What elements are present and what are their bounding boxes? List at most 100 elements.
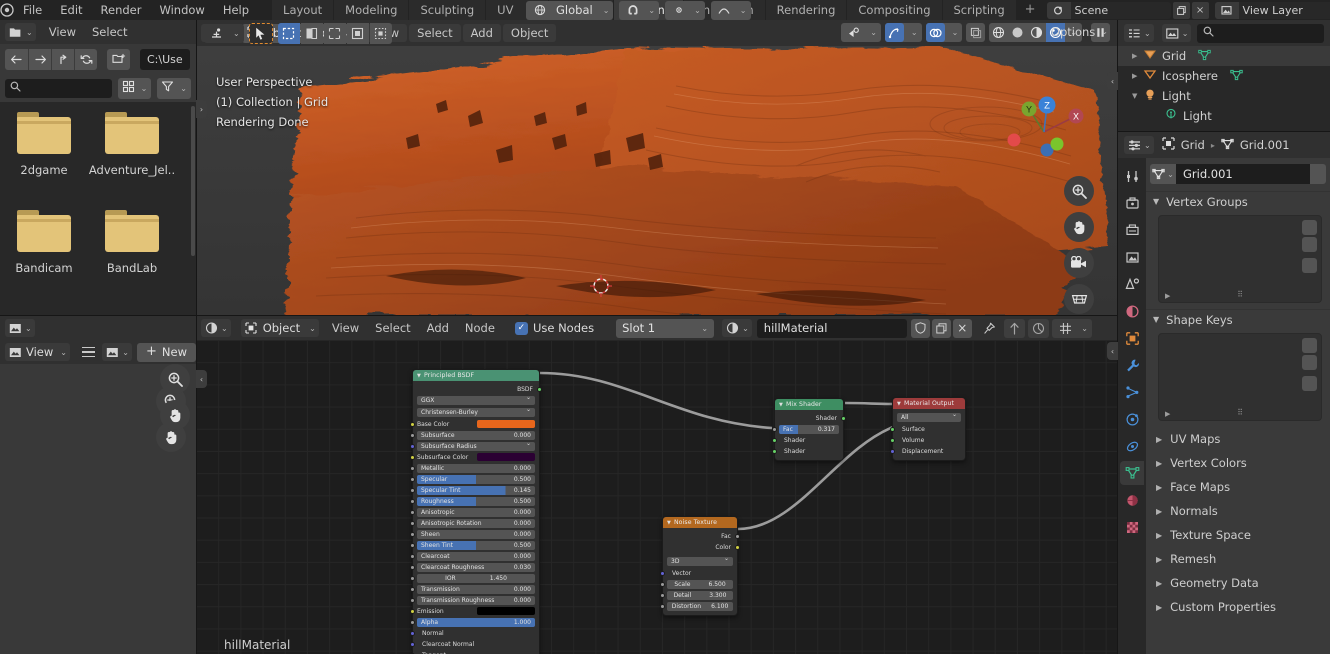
node-input-specular[interactable]: Specular 0.500 [410,474,535,484]
node-input-displacement[interactable]: Displacement [890,446,961,456]
node-header[interactable]: ▼ Principled BSDF [413,370,539,381]
color-swatch[interactable] [477,453,535,461]
node-overlay-button[interactable]: ⌄ [1052,318,1092,338]
viewport-menu-select[interactable]: Select [409,24,461,42]
outliner-row-light[interactable]: ▼ Light [1118,86,1330,106]
refresh-icon[interactable] [74,48,97,70]
breadcrumb-object-label[interactable]: Grid [1181,138,1205,152]
input-socket[interactable] [410,587,415,592]
node-input-emission[interactable]: Emission [410,606,535,616]
camera-view-icon[interactable] [1064,248,1094,278]
node-material-output[interactable]: ▼ Material Output All Surface Volume [890,397,966,461]
mesh-datablock-field[interactable]: ⌄ Grid.001 [1150,164,1326,184]
blender-logo-icon[interactable] [0,0,14,20]
material-preview-icon[interactable] [1027,23,1046,42]
properties-tab-material[interactable] [1120,488,1144,512]
output-socket-shader[interactable] [841,416,846,421]
input-socket[interactable] [410,620,415,625]
node-input-detail[interactable]: Detail 3.300 [660,590,733,600]
file-menu-view[interactable]: View [41,23,84,41]
output-socket-bsdf[interactable] [537,387,542,392]
properties-tab-scene[interactable] [1120,272,1144,296]
node-input-shader-2[interactable]: Shader [772,446,839,456]
node-input-fac[interactable]: Fac 0.317 [772,424,839,434]
outliner-icon[interactable]: ⌄ [1124,24,1154,42]
proportional-edit-button[interactable]: ⌄ [710,0,751,20]
properties-tab-modifier[interactable] [1120,353,1144,377]
list-grip-icon[interactable]: ⠿ [1159,288,1321,300]
node-mix-shader[interactable]: ▼ Mix Shader Shader Fac 0.317 Shader Sha… [772,398,846,461]
node-dropdown-row[interactable]: 3D [667,555,733,567]
properties-tab-object[interactable] [1120,326,1144,350]
workspace-tab-modeling[interactable]: Modeling [334,0,410,20]
object-visibility-button[interactable]: ⌄ [841,23,881,42]
scene-datablock[interactable]: Scene [1046,1,1171,19]
shader-toolbar-toggle[interactable]: ‹ [196,370,207,388]
input-socket[interactable] [410,477,415,482]
node-input-subsurface-radius[interactable]: Subsurface Radius [410,440,535,451]
properties-tab-render[interactable] [1120,191,1144,215]
outliner-row-light-data[interactable]: Light [1118,106,1330,126]
node-output-socket-row[interactable]: Shader [779,413,846,423]
output-socket-fac[interactable] [735,534,740,539]
shape-key-specials-button[interactable] [1302,376,1317,391]
node-principled-bsdf[interactable]: ▼ Principled BSDF BSDF GGX Christensen-B… [410,369,542,654]
input-socket[interactable] [410,598,415,603]
workspace-tab-rendering[interactable]: Rendering [765,0,848,20]
box-select-icon[interactable] [277,22,300,44]
color-swatch[interactable] [477,607,535,615]
file-item[interactable]: BandLab [88,210,176,308]
node-dropdown-row[interactable]: Christensen-Burley [417,406,535,418]
input-socket[interactable] [890,449,895,454]
node-dropdown-row[interactable]: GGX [417,394,535,406]
input-socket[interactable] [772,449,777,454]
node-input-normal[interactable]: Normal [410,628,535,638]
node-input-base-color[interactable]: Base Color [410,419,535,429]
node-input-alpha[interactable]: Alpha 1.000 [410,617,535,627]
node-input-subsurface-color[interactable]: Subsurface Color [410,452,535,462]
shader-sidebar-toggle[interactable]: ‹ [1107,342,1118,360]
node-input-anisotropic-rotation[interactable]: Anisotropic Rotation 0.000 [410,518,535,528]
toggle-ortho-icon[interactable] [1064,284,1094,314]
node-input-anisotropic[interactable]: Anisotropic 0.000 [410,507,535,517]
new-folder-icon[interactable] [107,48,130,70]
menu-file[interactable]: File [14,0,51,20]
properties-tab-output[interactable] [1120,218,1144,242]
extend-select-icon[interactable] [300,22,323,44]
file-item[interactable]: Bandicam [0,210,88,308]
go-to-parent-icon[interactable] [1004,318,1026,338]
list-grip-icon[interactable]: ⠿ [1159,406,1321,418]
transform-orientation-dropdown[interactable]: Global ⌄ [526,0,614,20]
zoom-in-icon[interactable] [160,364,190,394]
new-image-button[interactable]: + New [137,342,196,362]
properties-tab-constraints[interactable] [1120,434,1144,458]
node-input-sheen-tint[interactable]: Sheen Tint 0.500 [410,540,535,550]
node-input-surface[interactable]: Surface [890,424,961,434]
hand-pan-icon[interactable] [1064,212,1094,242]
fake-user-toggle[interactable] [1310,164,1326,184]
node-input-vector[interactable]: Vector [660,568,733,578]
snap-button[interactable]: ⌄ [619,0,660,20]
pin-icon[interactable] [980,319,999,338]
input-socket[interactable] [410,433,415,438]
solid-icon[interactable] [1008,23,1027,42]
forward-icon[interactable] [28,48,51,70]
image-datablock-selector[interactable]: ⌄ [102,343,132,361]
input-socket[interactable] [660,582,665,587]
panel-header-face-maps[interactable]: ▶ Face Maps [1146,475,1330,499]
node-header[interactable]: ▼ Mix Shader [775,399,843,410]
viewport-menu-object[interactable]: Object [502,24,557,42]
viewport-canvas[interactable] [196,46,1118,316]
lasso-select-icon[interactable] [369,22,392,44]
navigation-gizmo[interactable]: Y Z X [1004,80,1100,172]
workspace-tab-sculpting[interactable]: Sculpting [409,0,487,20]
add-workspace-button[interactable]: + [1017,0,1044,20]
shader-menu-select[interactable]: Select [367,319,418,337]
node-output-color[interactable]: Color [667,542,740,552]
input-socket[interactable] [410,565,415,570]
tweak-select-tool[interactable] [248,22,273,44]
file-item[interactable]: Adventure_Jel.. [88,112,176,210]
disclosure-triangle-icon[interactable]: ▼ [1132,92,1143,100]
input-socket[interactable] [410,455,415,460]
file-browser-scrollbar[interactable] [191,106,195,256]
